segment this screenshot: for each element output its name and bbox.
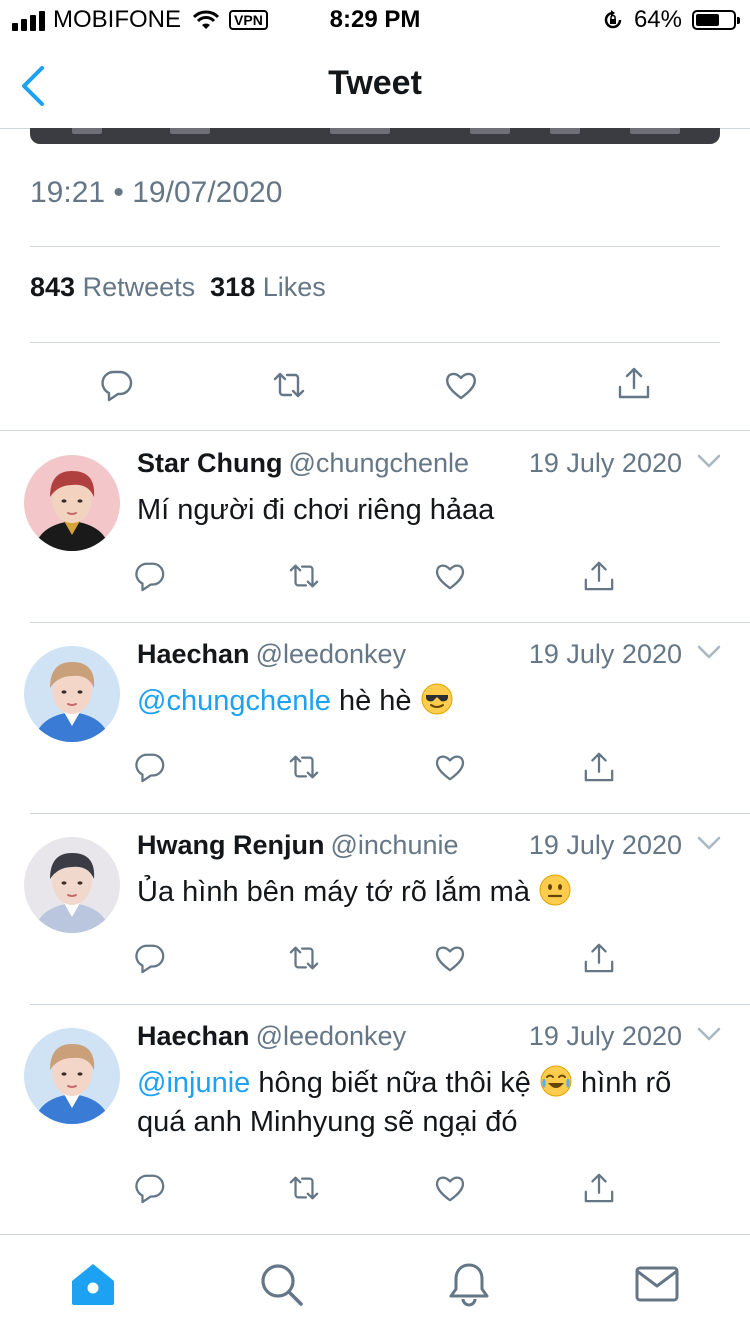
chevron-down-icon[interactable] bbox=[696, 1024, 722, 1044]
battery-percent: 64% bbox=[633, 6, 682, 33]
divider bbox=[30, 622, 750, 623]
divider bbox=[30, 813, 750, 814]
reply-actions bbox=[0, 751, 750, 785]
mention-link[interactable]: @injunie bbox=[137, 1067, 250, 1099]
text-segment: hè hè bbox=[330, 685, 420, 717]
chevron-down-icon[interactable] bbox=[696, 642, 722, 662]
sunglasses-emoji bbox=[421, 683, 453, 715]
reply-icon[interactable] bbox=[134, 942, 166, 974]
chevron-down-icon[interactable] bbox=[696, 833, 722, 853]
tab-bar bbox=[0, 1234, 750, 1335]
tweet-stats: 843 Retweets 318 Likes bbox=[30, 272, 326, 303]
heart-icon[interactable] bbox=[434, 751, 466, 783]
reply-icon[interactable] bbox=[134, 1172, 166, 1204]
author-handle[interactable]: @leedonkey bbox=[256, 639, 407, 669]
heart-icon[interactable] bbox=[434, 1172, 466, 1204]
retweet-icon[interactable] bbox=[272, 368, 306, 402]
reply-header: Star Chung @chungchenle 19 July 2020 bbox=[137, 447, 722, 479]
likes-count[interactable]: 318 bbox=[210, 272, 255, 302]
reply-header: Hwang Renjun @inchunie 19 July 2020 bbox=[137, 829, 722, 861]
home-icon[interactable] bbox=[70, 1261, 116, 1307]
page-title: Tweet bbox=[328, 64, 422, 102]
reply-header: Haechan @leedonkey 19 July 2020 bbox=[137, 1020, 722, 1052]
share-icon[interactable] bbox=[583, 751, 615, 783]
share-icon[interactable] bbox=[583, 942, 615, 974]
heart-icon[interactable] bbox=[434, 560, 466, 592]
reply-date: 19 July 2020 bbox=[528, 830, 682, 860]
reply-text: @chungchenle hè hè bbox=[137, 682, 712, 721]
divider bbox=[30, 246, 720, 247]
author-handle[interactable]: @leedonkey bbox=[256, 1021, 407, 1051]
reply-icon[interactable] bbox=[134, 751, 166, 783]
heart-icon[interactable] bbox=[434, 942, 466, 974]
retweet-icon[interactable] bbox=[288, 751, 320, 783]
author-handle[interactable]: @inchunie bbox=[331, 830, 459, 860]
mention-link[interactable]: @chungchenle bbox=[137, 685, 331, 717]
notifications-icon[interactable] bbox=[446, 1261, 492, 1307]
reply-text: Mí người đi chơi riêng hảaa bbox=[137, 491, 712, 530]
share-icon[interactable] bbox=[617, 366, 651, 400]
likes-label[interactable]: Likes bbox=[263, 272, 326, 302]
reply-header: Haechan @leedonkey 19 July 2020 bbox=[137, 638, 722, 670]
messages-icon[interactable] bbox=[634, 1261, 680, 1307]
author-name[interactable]: Hwang Renjun bbox=[137, 830, 325, 860]
reply-date: 19 July 2020 bbox=[528, 448, 682, 478]
reply-text: Ủa hình bên máy tớ rõ lắm mà bbox=[137, 873, 712, 912]
neutral-face-emoji bbox=[539, 874, 571, 906]
tears-of-joy-emoji bbox=[540, 1065, 572, 1097]
tweet-media[interactable] bbox=[30, 128, 720, 144]
reply-date: 19 July 2020 bbox=[528, 639, 682, 669]
text-segment: Mí người đi chơi riêng hảaa bbox=[137, 494, 495, 526]
text-segment: hông biết nữa thôi kệ bbox=[250, 1067, 539, 1099]
author-name[interactable]: Haechan bbox=[137, 1021, 250, 1051]
avatar[interactable] bbox=[24, 1028, 120, 1124]
chevron-down-icon[interactable] bbox=[696, 451, 722, 471]
divider bbox=[30, 342, 720, 343]
retweet-icon[interactable] bbox=[288, 942, 320, 974]
rotation-lock-icon bbox=[604, 10, 622, 29]
reply-date: 19 July 2020 bbox=[528, 1021, 682, 1051]
reply-text: @injunie hông biết nữa thôi kệ hình rõ q… bbox=[137, 1064, 712, 1142]
author-name[interactable]: Haechan bbox=[137, 639, 250, 669]
author-handle[interactable]: @chungchenle bbox=[289, 448, 470, 478]
text-segment: Ủa hình bên máy tớ rõ lắm mà bbox=[137, 876, 539, 908]
reply-actions bbox=[0, 560, 750, 594]
retweets-label[interactable]: Retweets bbox=[83, 272, 196, 302]
retweet-icon[interactable] bbox=[288, 1172, 320, 1204]
avatar[interactable] bbox=[24, 837, 120, 933]
reply-icon[interactable] bbox=[134, 560, 166, 592]
tweet-actions bbox=[0, 364, 750, 408]
heart-icon[interactable] bbox=[444, 368, 478, 402]
share-icon[interactable] bbox=[583, 1172, 615, 1204]
search-icon[interactable] bbox=[258, 1261, 304, 1307]
avatar[interactable] bbox=[24, 455, 120, 551]
battery-icon bbox=[692, 10, 740, 30]
retweets-count[interactable]: 843 bbox=[30, 272, 75, 302]
nav-bar: Tweet bbox=[0, 40, 750, 129]
avatar[interactable] bbox=[24, 646, 120, 742]
divider bbox=[30, 1004, 750, 1005]
author-name[interactable]: Star Chung bbox=[137, 448, 283, 478]
share-icon[interactable] bbox=[583, 560, 615, 592]
reply-icon[interactable] bbox=[100, 368, 134, 402]
reply-actions bbox=[0, 942, 750, 976]
tweet-timestamp: 19:21 • 19/07/2020 bbox=[30, 176, 283, 209]
retweet-icon[interactable] bbox=[288, 560, 320, 592]
reply-actions bbox=[0, 1172, 750, 1206]
divider bbox=[0, 430, 750, 431]
status-bar: MOBIFONE VPN 8:29 PM 64% bbox=[0, 0, 750, 40]
